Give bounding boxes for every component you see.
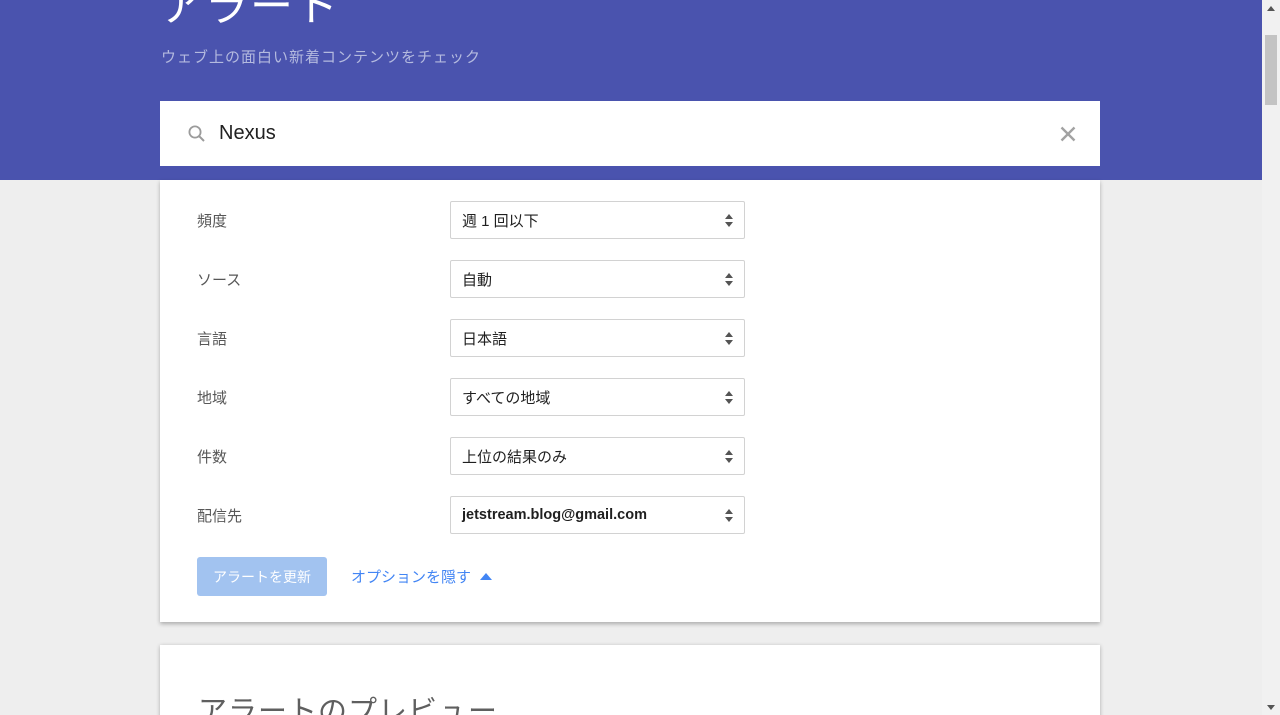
hide-options-link[interactable]: オプションを隠す <box>351 566 492 587</box>
sources-label: ソース <box>197 269 450 290</box>
scrollbar-up-arrow-icon[interactable] <box>1262 0 1280 16</box>
language-label: 言語 <box>197 328 450 349</box>
region-select[interactable]: すべての地域 <box>450 378 745 416</box>
clear-icon[interactable] <box>1058 124 1078 144</box>
language-select[interactable]: 日本語 <box>450 319 745 357</box>
language-value: 日本語 <box>462 328 507 349</box>
spinner-icon <box>725 509 733 522</box>
alert-options-card: 頻度 週 1 回以下 ソース 自動 言語 日本語 地域 すべての地域 件数 上位… <box>160 180 1100 622</box>
form-row-language: 言語 日本語 <box>197 319 1100 357</box>
sources-select[interactable]: 自動 <box>450 260 745 298</box>
form-row-deliver-to: 配信先 jetstream.blog@gmail.com <box>197 496 1100 534</box>
spinner-icon <box>725 273 733 286</box>
region-label: 地域 <box>197 387 450 408</box>
region-value: すべての地域 <box>462 387 550 408</box>
page-subtitle: ウェブ上の面白い新着コンテンツをチェック <box>161 46 481 67</box>
search-input[interactable] <box>219 122 1058 145</box>
frequency-value: 週 1 回以下 <box>462 210 539 231</box>
search-box[interactable] <box>160 101 1100 166</box>
howmany-select[interactable]: 上位の結果のみ <box>450 437 745 475</box>
preview-title: アラートのプレビュー <box>198 688 1100 715</box>
frequency-label: 頻度 <box>197 210 450 231</box>
scrollbar[interactable] <box>1262 0 1280 715</box>
spinner-icon <box>725 391 733 404</box>
spinner-icon <box>725 450 733 463</box>
deliver-to-label: 配信先 <box>197 505 450 526</box>
scrollbar-down-arrow-icon[interactable] <box>1262 699 1280 715</box>
header-banner: アラート ウェブ上の面白い新着コンテンツをチェック <box>0 0 1262 180</box>
frequency-select[interactable]: 週 1 回以下 <box>450 201 745 239</box>
form-row-howmany: 件数 上位の結果のみ <box>197 437 1100 475</box>
form-row-frequency: 頻度 週 1 回以下 <box>197 201 1100 239</box>
update-alert-button[interactable]: アラートを更新 <box>197 557 327 596</box>
chevron-up-icon <box>480 573 492 580</box>
spinner-icon <box>725 332 733 345</box>
howmany-value: 上位の結果のみ <box>462 446 567 467</box>
form-row-region: 地域 すべての地域 <box>197 378 1100 416</box>
spinner-icon <box>725 214 733 227</box>
actions-row: アラートを更新 オプションを隠す <box>197 557 1100 596</box>
sources-value: 自動 <box>462 269 492 290</box>
search-icon <box>187 124 206 143</box>
deliver-to-select[interactable]: jetstream.blog@gmail.com <box>450 496 745 534</box>
howmany-label: 件数 <box>197 446 450 467</box>
deliver-to-value: jetstream.blog@gmail.com <box>462 507 647 523</box>
hide-options-label: オプションを隠す <box>351 566 471 587</box>
alert-preview-card: アラートのプレビュー <box>160 645 1100 715</box>
page-title: アラート <box>160 0 340 31</box>
form-row-sources: ソース 自動 <box>197 260 1100 298</box>
scrollbar-thumb[interactable] <box>1265 35 1277 105</box>
